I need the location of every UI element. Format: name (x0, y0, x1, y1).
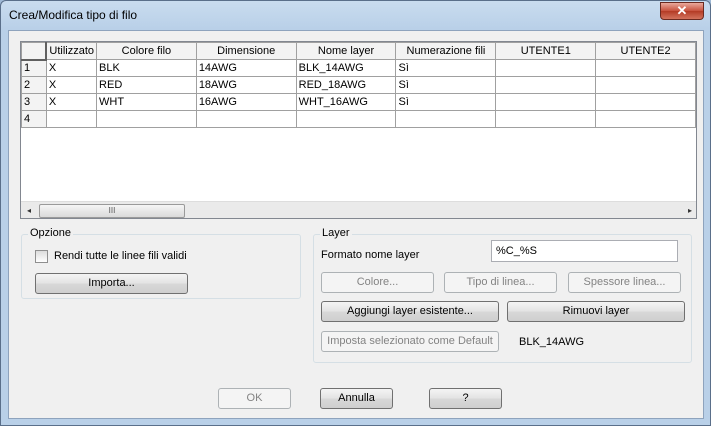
cancel-button[interactable]: Annulla (320, 388, 393, 409)
row-number[interactable]: 1 (21, 59, 47, 77)
format-name-field[interactable]: %C_%S (491, 240, 678, 262)
close-icon: ✕ (676, 3, 688, 18)
set-default-button[interactable]: Imposta selezionato come Default (321, 331, 499, 352)
row-number[interactable]: 2 (21, 76, 47, 94)
cell-numerazione-fili[interactable]: Sì (395, 76, 497, 94)
format-name-label: Formato nome layer (321, 249, 420, 261)
cell-nome-layer[interactable]: WHT_16AWG (295, 93, 397, 111)
cell-utilizzato[interactable] (45, 110, 98, 128)
cell-colore-filo[interactable]: BLK (96, 59, 197, 77)
ok-button[interactable]: OK (218, 388, 291, 409)
horizontal-scrollbar[interactable]: ◂ III ▸ (21, 201, 696, 218)
scrollbar-thumb[interactable]: III (39, 204, 185, 218)
scroll-left-icon[interactable]: ◂ (24, 205, 34, 217)
cell-nome-layer[interactable]: BLK_14AWG (295, 59, 397, 77)
cell-utente2[interactable] (595, 76, 696, 94)
column-header-nome-layer[interactable]: Nome layer (295, 42, 397, 60)
close-button[interactable]: ✕ (660, 2, 704, 20)
cell-nome-layer[interactable] (295, 110, 397, 128)
linetype-button[interactable]: Tipo di linea... (444, 272, 557, 293)
lineweight-button[interactable]: Spessore linea... (568, 272, 681, 293)
column-header-utente1[interactable]: UTENTE1 (495, 42, 597, 60)
table-row[interactable]: 4 (21, 110, 696, 128)
wire-type-grid[interactable]: Utilizzato Colore filo Dimensione Nome l… (20, 41, 697, 219)
cell-utente2[interactable] (595, 59, 696, 77)
valid-lines-checkbox[interactable] (35, 250, 48, 263)
wire-type-table: Utilizzato Colore filo Dimensione Nome l… (21, 42, 696, 128)
row-number[interactable]: 3 (21, 93, 47, 111)
window-title: Crea/Modifica tipo di filo (9, 8, 138, 22)
cell-utente2[interactable] (595, 93, 696, 111)
dialog-window: Crea/Modifica tipo di filo ✕ Utilizzato … (0, 0, 711, 426)
cell-utente2[interactable] (595, 110, 696, 128)
grip-icon: III (108, 206, 116, 215)
cell-utente1[interactable] (495, 110, 597, 128)
opzione-group-title: Opzione (28, 227, 73, 239)
default-layer-value: BLK_14AWG (519, 336, 585, 348)
column-header-utente2[interactable]: UTENTE2 (595, 42, 696, 60)
cell-utente1[interactable] (495, 76, 597, 94)
valid-lines-label: Rendi tutte le linee fili validi (54, 250, 187, 262)
column-header-colore-filo[interactable]: Colore filo (96, 42, 197, 60)
opzione-group: Opzione Rendi tutte le linee fili validi… (21, 227, 301, 299)
layer-group: Layer Formato nome layer %C_%S Colore...… (313, 227, 692, 363)
row-number[interactable]: 4 (21, 110, 47, 128)
cell-utente1[interactable] (495, 59, 597, 77)
cell-colore-filo[interactable]: RED (96, 76, 197, 94)
grid-corner[interactable] (21, 42, 48, 61)
cell-dimensione[interactable]: 18AWG (195, 76, 297, 94)
cell-utilizzato[interactable]: X (45, 76, 98, 94)
column-header-dimensione[interactable]: Dimensione (195, 42, 297, 60)
remove-layer-button[interactable]: Rimuovi layer (507, 301, 685, 322)
cell-utente1[interactable] (495, 93, 597, 111)
color-button[interactable]: Colore... (321, 272, 434, 293)
dialog-client: Utilizzato Colore filo Dimensione Nome l… (8, 30, 704, 419)
cell-numerazione-fili[interactable]: Sì (395, 59, 497, 77)
import-button[interactable]: Importa... (35, 273, 188, 294)
table-row[interactable]: 1 X BLK 14AWG BLK_14AWG Sì (21, 59, 696, 77)
table-row[interactable]: 3 X WHT 16AWG WHT_16AWG Sì (21, 93, 696, 111)
layer-group-title: Layer (320, 227, 352, 239)
cell-dimensione[interactable]: 14AWG (195, 59, 297, 77)
column-header-utilizzato[interactable]: Utilizzato (45, 42, 98, 60)
cell-dimensione[interactable] (195, 110, 297, 128)
cell-utilizzato[interactable]: X (45, 59, 98, 77)
title-bar[interactable]: Crea/Modifica tipo di filo ✕ (1, 1, 710, 29)
grid-header-row: Utilizzato Colore filo Dimensione Nome l… (21, 42, 696, 61)
cell-dimensione[interactable]: 16AWG (195, 93, 297, 111)
cell-numerazione-fili[interactable] (395, 110, 497, 128)
cell-nome-layer[interactable]: RED_18AWG (295, 76, 397, 94)
help-button[interactable]: ? (429, 388, 502, 409)
cell-colore-filo[interactable] (96, 110, 197, 128)
scroll-right-icon[interactable]: ▸ (685, 205, 695, 217)
cell-numerazione-fili[interactable]: Sì (395, 93, 497, 111)
cell-utilizzato[interactable]: X (45, 93, 98, 111)
cell-colore-filo[interactable]: WHT (96, 93, 197, 111)
table-row[interactable]: 2 X RED 18AWG RED_18AWG Sì (21, 76, 696, 94)
add-existing-layer-button[interactable]: Aggiungi layer esistente... (321, 301, 499, 322)
column-header-numerazione-fili[interactable]: Numerazione fili (395, 42, 497, 60)
